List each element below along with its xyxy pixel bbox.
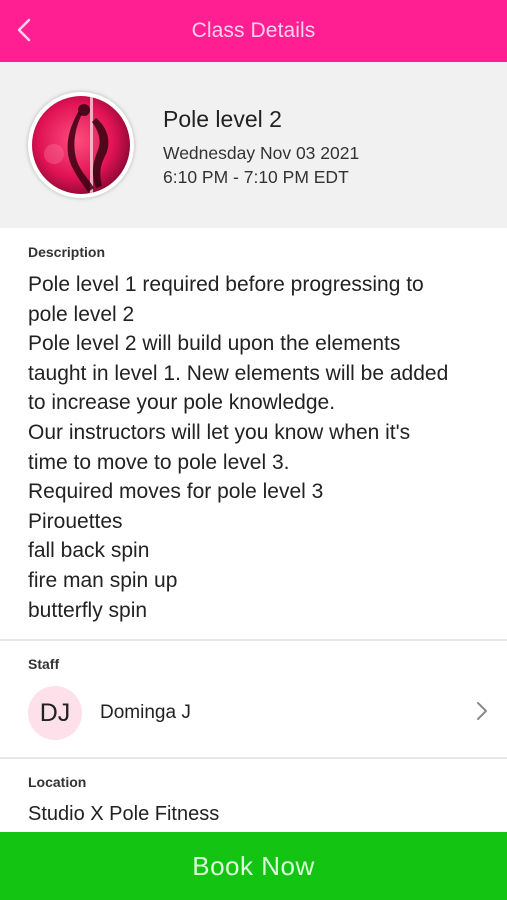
- staff-name: Dominga J: [100, 702, 191, 723]
- app-header: Class Details: [0, 0, 507, 62]
- description-line: Required moves for pole level 3: [28, 480, 324, 504]
- description-line: Pole level 2 will build upon the element…: [28, 332, 401, 356]
- page-title: Class Details: [191, 19, 316, 42]
- description-line: fire man spin up: [28, 568, 178, 592]
- description-line: fall back spin: [28, 539, 150, 563]
- location-name: Studio X Pole Fitness: [28, 803, 220, 825]
- avatar: DJ: [28, 686, 82, 740]
- description-label: Description: [28, 244, 106, 260]
- description-line: Pole level 1 required before progressing…: [28, 273, 424, 296]
- class-photo: [32, 96, 130, 194]
- class-date: Wednesday Nov 03 2021: [163, 143, 360, 163]
- description-line: Our instructors will let you know when i…: [28, 420, 411, 444]
- description-line: butterfly spin: [28, 598, 148, 622]
- chevron-left-icon: [17, 18, 31, 42]
- class-summary: Pole level 2 Wednesday Nov 03 2021 6:10 …: [0, 62, 507, 228]
- staff-row[interactable]: DJ Dominga J: [0, 684, 507, 742]
- book-now-button[interactable]: Book Now: [0, 832, 507, 900]
- description-line: Pirouettes: [28, 509, 123, 533]
- back-button[interactable]: [6, 10, 42, 50]
- chevron-right-icon: [477, 702, 487, 720]
- location-label: Location: [28, 774, 87, 790]
- class-image: [28, 92, 134, 198]
- description-line: taught in level 1. New elements will be …: [28, 361, 449, 385]
- divider: [0, 757, 507, 759]
- description-text: Pole level 1 required before progressing…: [28, 270, 493, 625]
- staff-label: Staff: [28, 656, 60, 672]
- description-line: to increase your pole knowledge.: [28, 391, 336, 415]
- divider: [0, 639, 507, 641]
- description-line: time to move to pole level 3.: [28, 450, 290, 474]
- description-line: pole level 2: [28, 302, 135, 326]
- class-name: Pole level 2: [163, 106, 282, 132]
- class-time: 6:10 PM - 7:10 PM EDT: [163, 167, 349, 187]
